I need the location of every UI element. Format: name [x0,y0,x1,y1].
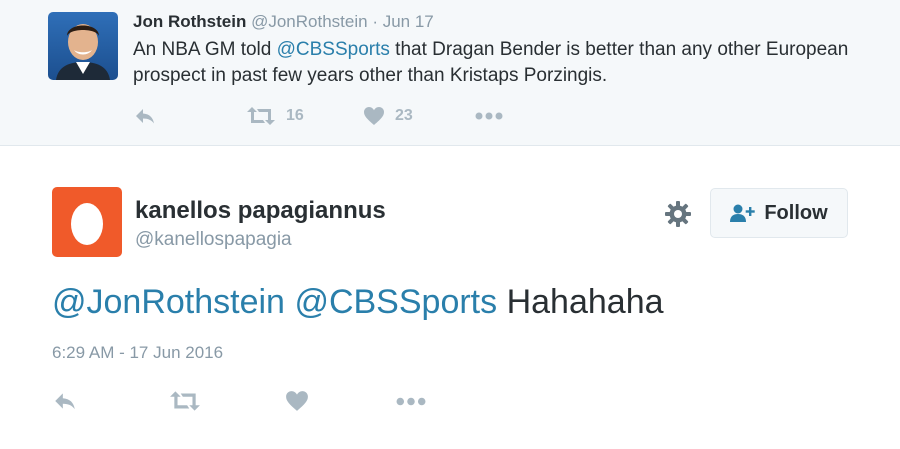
retweet-icon [170,391,200,411]
parent-author-name[interactable]: Jon Rothstein [133,12,246,31]
tweet-author-name[interactable]: kanellos papagiannus [135,197,386,225]
parent-reply-button[interactable] [133,103,157,129]
parent-tweet-text: An NBA GM told @CBSSports that Dragan Be… [133,37,853,89]
heart-icon [364,107,384,125]
tweet-timestamp[interactable]: 6:29 AM - 17 Jun 2016 [52,343,223,363]
follow-user-icon [730,204,756,222]
tweet-action-bar [52,388,452,416]
parent-date[interactable]: Jun 17 [383,12,434,31]
retweet-button[interactable] [169,388,201,414]
more-icon [396,397,426,405]
parent-like-count: 23 [395,107,413,124]
retweet-icon [247,107,275,125]
parent-mention-link[interactable]: @CBSSports [277,39,390,60]
parent-author-handle[interactable]: @JonRothstein [251,12,368,31]
parent-tweet: Jon Rothstein @JonRothstein · Jun 17 An … [0,0,900,146]
parent-retweet-button[interactable]: 16 [246,103,304,129]
like-button[interactable] [285,388,309,414]
default-egg-avatar[interactable] [52,187,122,257]
follow-button-label: Follow [764,201,828,224]
more-icon [475,112,503,120]
parent-text-before: An NBA GM told [133,39,277,60]
heart-icon [286,391,308,411]
parent-action-bar: 16 23 [133,103,553,129]
gear-button[interactable] [664,200,692,228]
jon-rothstein-avatar[interactable] [48,12,118,80]
tweet-mention-cbssports[interactable]: @CBSSports [294,283,497,321]
reply-icon [136,109,154,124]
parent-retweet-count: 16 [286,107,304,124]
egg-icon [71,203,103,245]
tweet-body-text: Hahahaha [506,283,664,321]
tweet-mention-jonrothstein[interactable]: @JonRothstein [52,283,285,321]
parent-separator: · [372,12,378,31]
parent-like-button[interactable]: 23 [363,103,413,129]
tweet-text: @JonRothstein @CBSSports Hahahaha [52,280,664,324]
parent-tweet-header: Jon Rothstein @JonRothstein · Jun 17 [133,12,434,32]
parent-more-button[interactable] [475,103,503,129]
gear-icon [665,201,691,227]
tweet-author-handle[interactable]: @kanellospapagia [135,229,292,251]
follow-button[interactable]: Follow [710,188,848,238]
more-button[interactable] [396,388,426,414]
reply-icon [55,393,75,410]
reply-button[interactable] [52,388,78,414]
